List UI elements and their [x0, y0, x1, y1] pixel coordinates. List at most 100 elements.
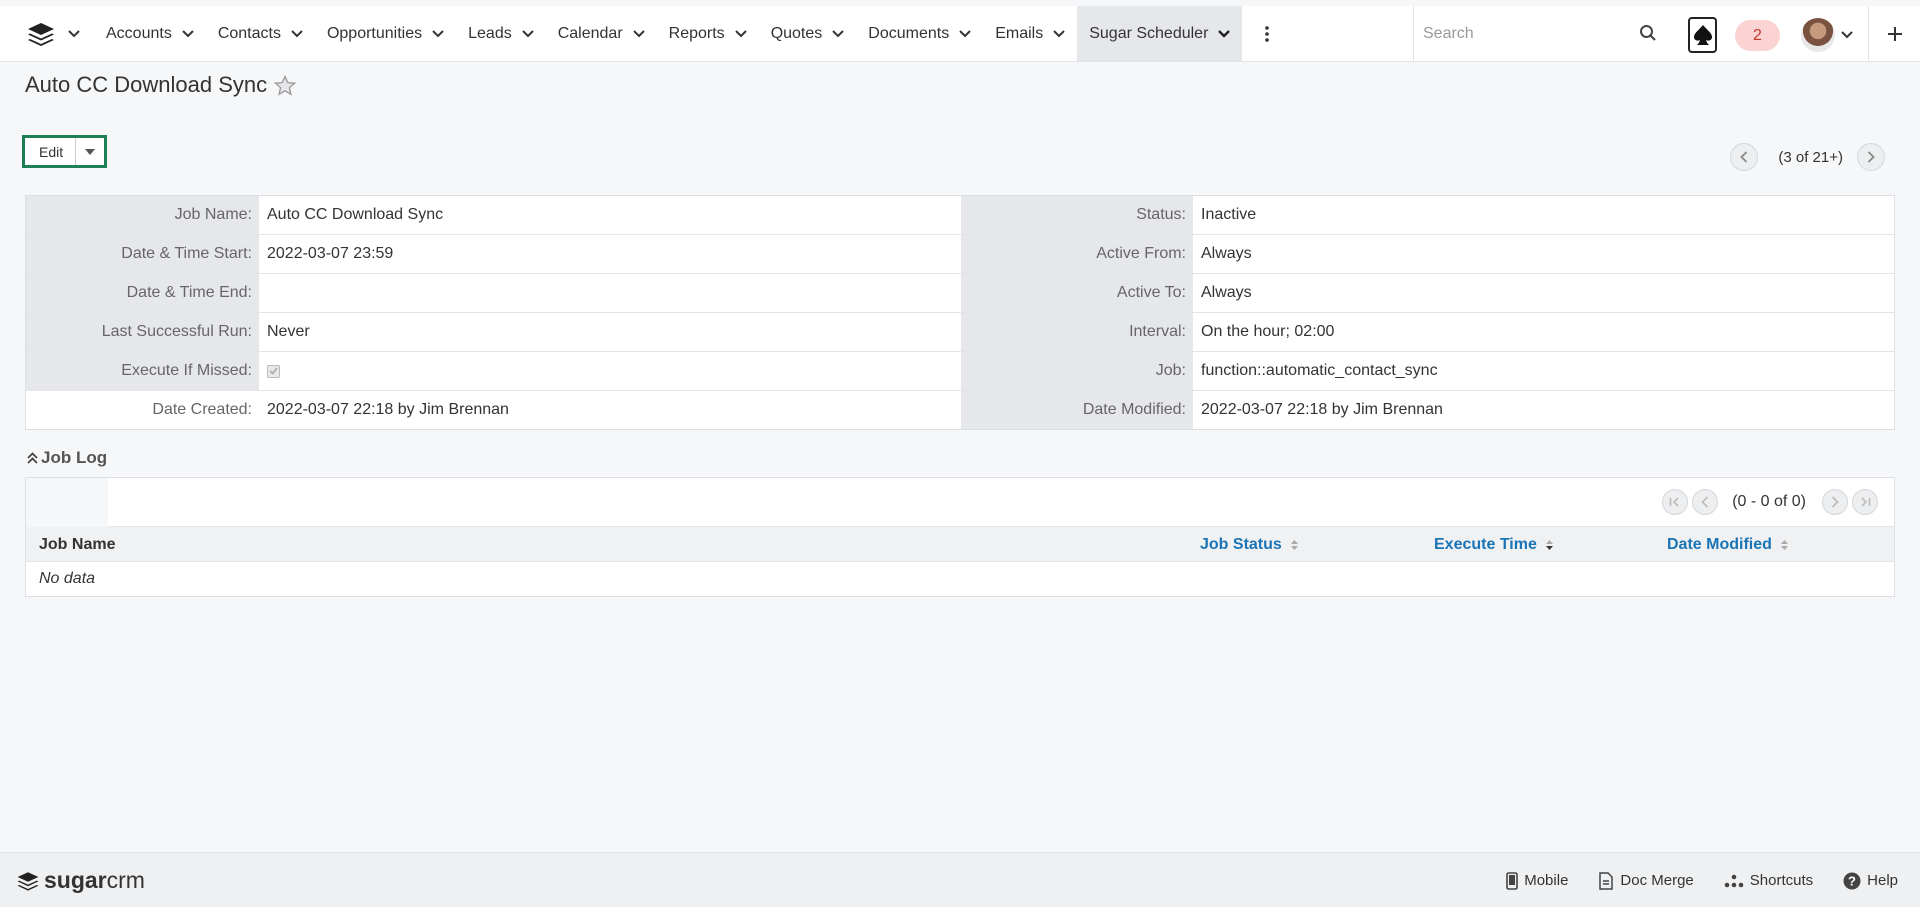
chevron-right-icon [1867, 151, 1875, 163]
field-label: Job: [961, 352, 1193, 390]
notifications-badge[interactable]: 2 [1735, 20, 1780, 51]
record-pager: (3 of 21+) [1730, 143, 1885, 171]
sugarcrm-logo[interactable]: sugar crm [16, 867, 145, 894]
field-label: Active To: [961, 274, 1193, 312]
nav-opportunities[interactable]: Opportunities [315, 6, 456, 61]
caret-down-icon [85, 148, 96, 155]
nav-label: Quotes [770, 24, 823, 42]
field-value-active-to: Always [1193, 274, 1894, 312]
chevron-down-icon [1218, 29, 1231, 38]
field-value-last-successful-run: Never [259, 313, 961, 351]
field-label: Date & Time End: [26, 274, 259, 312]
chevron-down-icon [291, 29, 303, 37]
nav-accounts[interactable]: Accounts [94, 6, 206, 61]
subpanel-pager: (0 - 0 of 0) [26, 478, 1894, 527]
nav-leads[interactable]: Leads [456, 6, 546, 61]
column-label: Date Modified [1667, 535, 1772, 553]
footer-mobile-link[interactable]: Mobile [1506, 871, 1569, 890]
footer-help-link[interactable]: ? Help [1843, 872, 1898, 890]
first-page-button[interactable] [1662, 489, 1689, 515]
help-icon: ? [1843, 872, 1861, 889]
footer-links: Mobile Doc Merge Shortcuts ? Help [1476, 853, 1898, 907]
document-icon [1599, 871, 1614, 890]
column-header-date-modified[interactable]: Date Modified [1667, 527, 1789, 562]
sugar-cube-menu[interactable] [0, 6, 94, 61]
search-icon[interactable] [1639, 24, 1657, 42]
nav-calendar[interactable]: Calendar [546, 6, 657, 61]
chevron-down-icon [1053, 29, 1065, 37]
field-label: Date Created: [26, 391, 259, 429]
record-header: Auto CC Download Sync [25, 72, 297, 98]
job-log-subpanel: (0 - 0 of 0) Job Name Job Status Execute… [25, 477, 1895, 597]
field-label: Status: [961, 196, 1193, 234]
quick-create-button[interactable] [1868, 6, 1920, 62]
nav-label: Opportunities [326, 24, 423, 42]
chevron-down-icon [959, 29, 971, 37]
column-label: Job Status [1200, 535, 1282, 553]
nav-reports[interactable]: Reports [657, 6, 759, 61]
nav-sugar-scheduler[interactable]: Sugar Scheduler [1077, 6, 1243, 61]
sort-icon [1780, 539, 1788, 550]
user-menu[interactable] [1801, 18, 1853, 52]
nav-documents[interactable]: Documents [856, 6, 983, 61]
spade-icon [1693, 25, 1712, 45]
nav-emails[interactable]: Emails [983, 6, 1077, 61]
column-header-job-status[interactable]: Job Status [1200, 527, 1299, 562]
detail-row: Date Created: 2022-03-07 22:18 by Jim Br… [26, 391, 1894, 429]
subpanel-title: Job Log [41, 448, 108, 467]
shortcuts-icon [1724, 874, 1744, 887]
nav-label: Leads [468, 24, 512, 42]
nav-quotes[interactable]: Quotes [759, 6, 857, 61]
global-search [1413, 6, 1671, 62]
nav-label: Sugar Scheduler [1089, 24, 1209, 42]
brand-text-crm: crm [106, 867, 145, 893]
more-modules-button[interactable] [1242, 6, 1292, 61]
previous-page-button[interactable] [1692, 489, 1719, 515]
footer-shortcuts-link[interactable]: Shortcuts [1724, 872, 1813, 889]
field-value-date-modified: 2022-03-07 22:18 by Jim Brennan [1193, 391, 1894, 429]
field-label: Interval: [961, 313, 1193, 351]
nav-label: Emails [995, 24, 1044, 42]
actions-dropdown-button[interactable] [76, 138, 104, 165]
column-label: Execute Time [1434, 535, 1537, 553]
record-detail-table: Job Name: Auto CC Download Sync Status: … [25, 195, 1895, 430]
field-label: Last Successful Run: [26, 313, 259, 351]
footer-doc-merge-link[interactable]: Doc Merge [1598, 871, 1694, 890]
sugar-assistant-button[interactable] [1688, 17, 1717, 53]
empty-state-text: No data [39, 570, 96, 587]
sort-icon [1290, 539, 1298, 550]
chevron-right-icon [1831, 496, 1839, 508]
column-header-execute-time[interactable]: Execute Time [1434, 527, 1554, 562]
next-page-button[interactable] [1822, 489, 1848, 515]
subpanel-tab-spacer [26, 478, 108, 527]
nav-label: Contacts [217, 24, 281, 42]
nav-label: Accounts [106, 24, 172, 42]
last-page-button[interactable] [1852, 489, 1878, 515]
detail-row: Date & Time End: Active To: Always [26, 274, 1894, 313]
job-log-toggle[interactable]: Job Log [27, 448, 107, 468]
chevron-down-icon [832, 29, 844, 37]
footer-link-label: Mobile [1524, 872, 1569, 889]
nav-label: Calendar [557, 24, 623, 42]
page-title: Auto CC Download Sync [25, 72, 268, 97]
field-value-status: Inactive [1193, 196, 1894, 234]
nav-label: Documents [868, 24, 950, 42]
chevron-down-icon [182, 29, 194, 37]
edit-button[interactable]: Edit [25, 138, 77, 165]
record-count: (3 of 21+) [1778, 148, 1843, 166]
previous-record-button[interactable] [1730, 143, 1759, 171]
field-value-date-created: 2022-03-07 22:18 by Jim Brennan [259, 391, 961, 429]
next-record-button[interactable] [1857, 143, 1885, 171]
search-input[interactable] [1423, 25, 1623, 43]
last-page-icon [1861, 497, 1871, 507]
nav-contacts[interactable]: Contacts [206, 6, 315, 61]
svg-text:?: ? [1848, 873, 1856, 888]
field-value-job: function::automatic_contact_sync [1193, 352, 1894, 390]
chevron-left-icon [1701, 496, 1709, 508]
layers-icon [17, 871, 39, 891]
chevron-down-icon [432, 29, 444, 37]
field-label: Date & Time Start: [26, 235, 259, 273]
detail-row: Last Successful Run: Never Interval: On … [26, 313, 1894, 352]
favorite-star-icon[interactable] [274, 74, 297, 96]
field-value-interval: On the hour; 02:00 [1193, 313, 1894, 351]
